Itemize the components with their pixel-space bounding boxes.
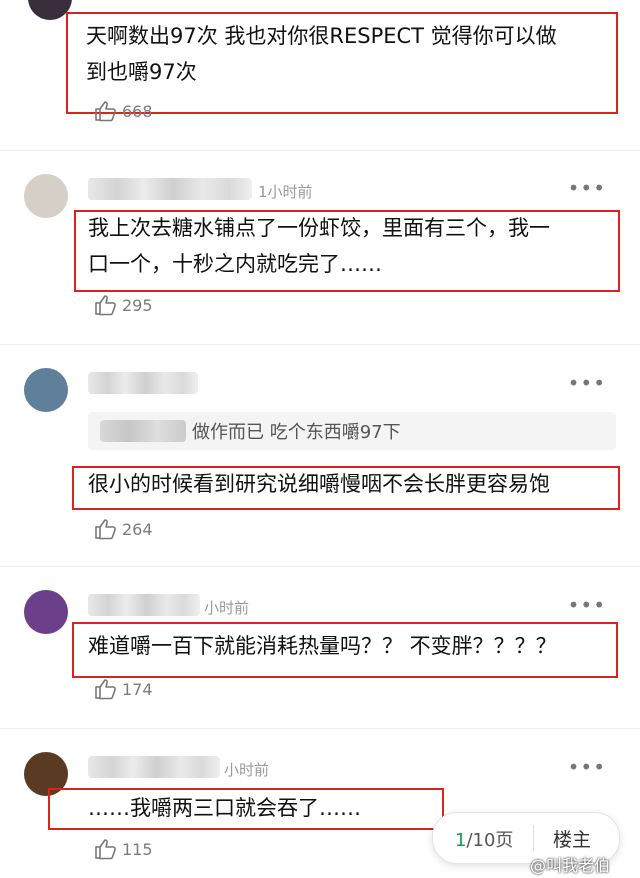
watermark: @叫我老伯	[530, 856, 611, 875]
comment-time: 1小时前	[258, 183, 313, 201]
quoted-text: 做作而已 吃个东西嚼97下	[192, 422, 401, 443]
like-button[interactable]: 295	[94, 294, 153, 316]
page-indicator[interactable]: 1/10页	[455, 826, 513, 852]
thumbs-up-icon	[95, 295, 116, 316]
like-button[interactable]: 115	[94, 838, 153, 860]
more-dots-icon[interactable]: •••	[568, 595, 606, 615]
more-dots-icon[interactable]: •••	[568, 373, 606, 393]
avatar[interactable]	[24, 590, 68, 634]
highlight-box	[72, 622, 618, 678]
like-count: 668	[122, 101, 153, 121]
highlight-box	[74, 210, 620, 292]
more-dots-icon[interactable]: •••	[568, 178, 606, 198]
quoted-username-blurred	[100, 420, 186, 442]
thumbs-up-icon	[95, 839, 116, 860]
username-blurred[interactable]	[88, 594, 200, 616]
like-count: 264	[122, 519, 153, 539]
pager-divider	[533, 825, 534, 851]
more-dots-icon[interactable]: •••	[568, 757, 606, 777]
current-page: 1	[455, 830, 467, 851]
username-blurred[interactable]	[88, 372, 198, 394]
comment-time: 小时前	[204, 599, 250, 617]
comment-time: 小时前	[224, 761, 270, 779]
total-pages: /10页	[466, 830, 514, 851]
like-button[interactable]: 174	[94, 678, 153, 700]
like-button[interactable]: 264	[94, 518, 153, 540]
avatar[interactable]	[24, 174, 68, 218]
username-blurred[interactable]	[88, 756, 220, 778]
username-blurred[interactable]	[88, 178, 252, 200]
highlight-box	[48, 788, 444, 830]
thumbs-up-icon	[95, 519, 116, 540]
highlight-box	[72, 466, 620, 510]
like-count: 295	[122, 295, 153, 315]
thumbs-up-icon	[95, 679, 116, 700]
avatar[interactable]	[24, 368, 68, 412]
like-count: 115	[122, 839, 153, 859]
thumbs-up-icon	[95, 101, 116, 122]
floor-owner-button[interactable]: 楼主	[553, 825, 591, 852]
like-button[interactable]: 668	[94, 100, 153, 122]
highlight-box	[66, 12, 618, 114]
quoted-reply[interactable]: 做作而已 吃个东西嚼97下	[88, 412, 616, 450]
like-count: 174	[122, 679, 153, 699]
